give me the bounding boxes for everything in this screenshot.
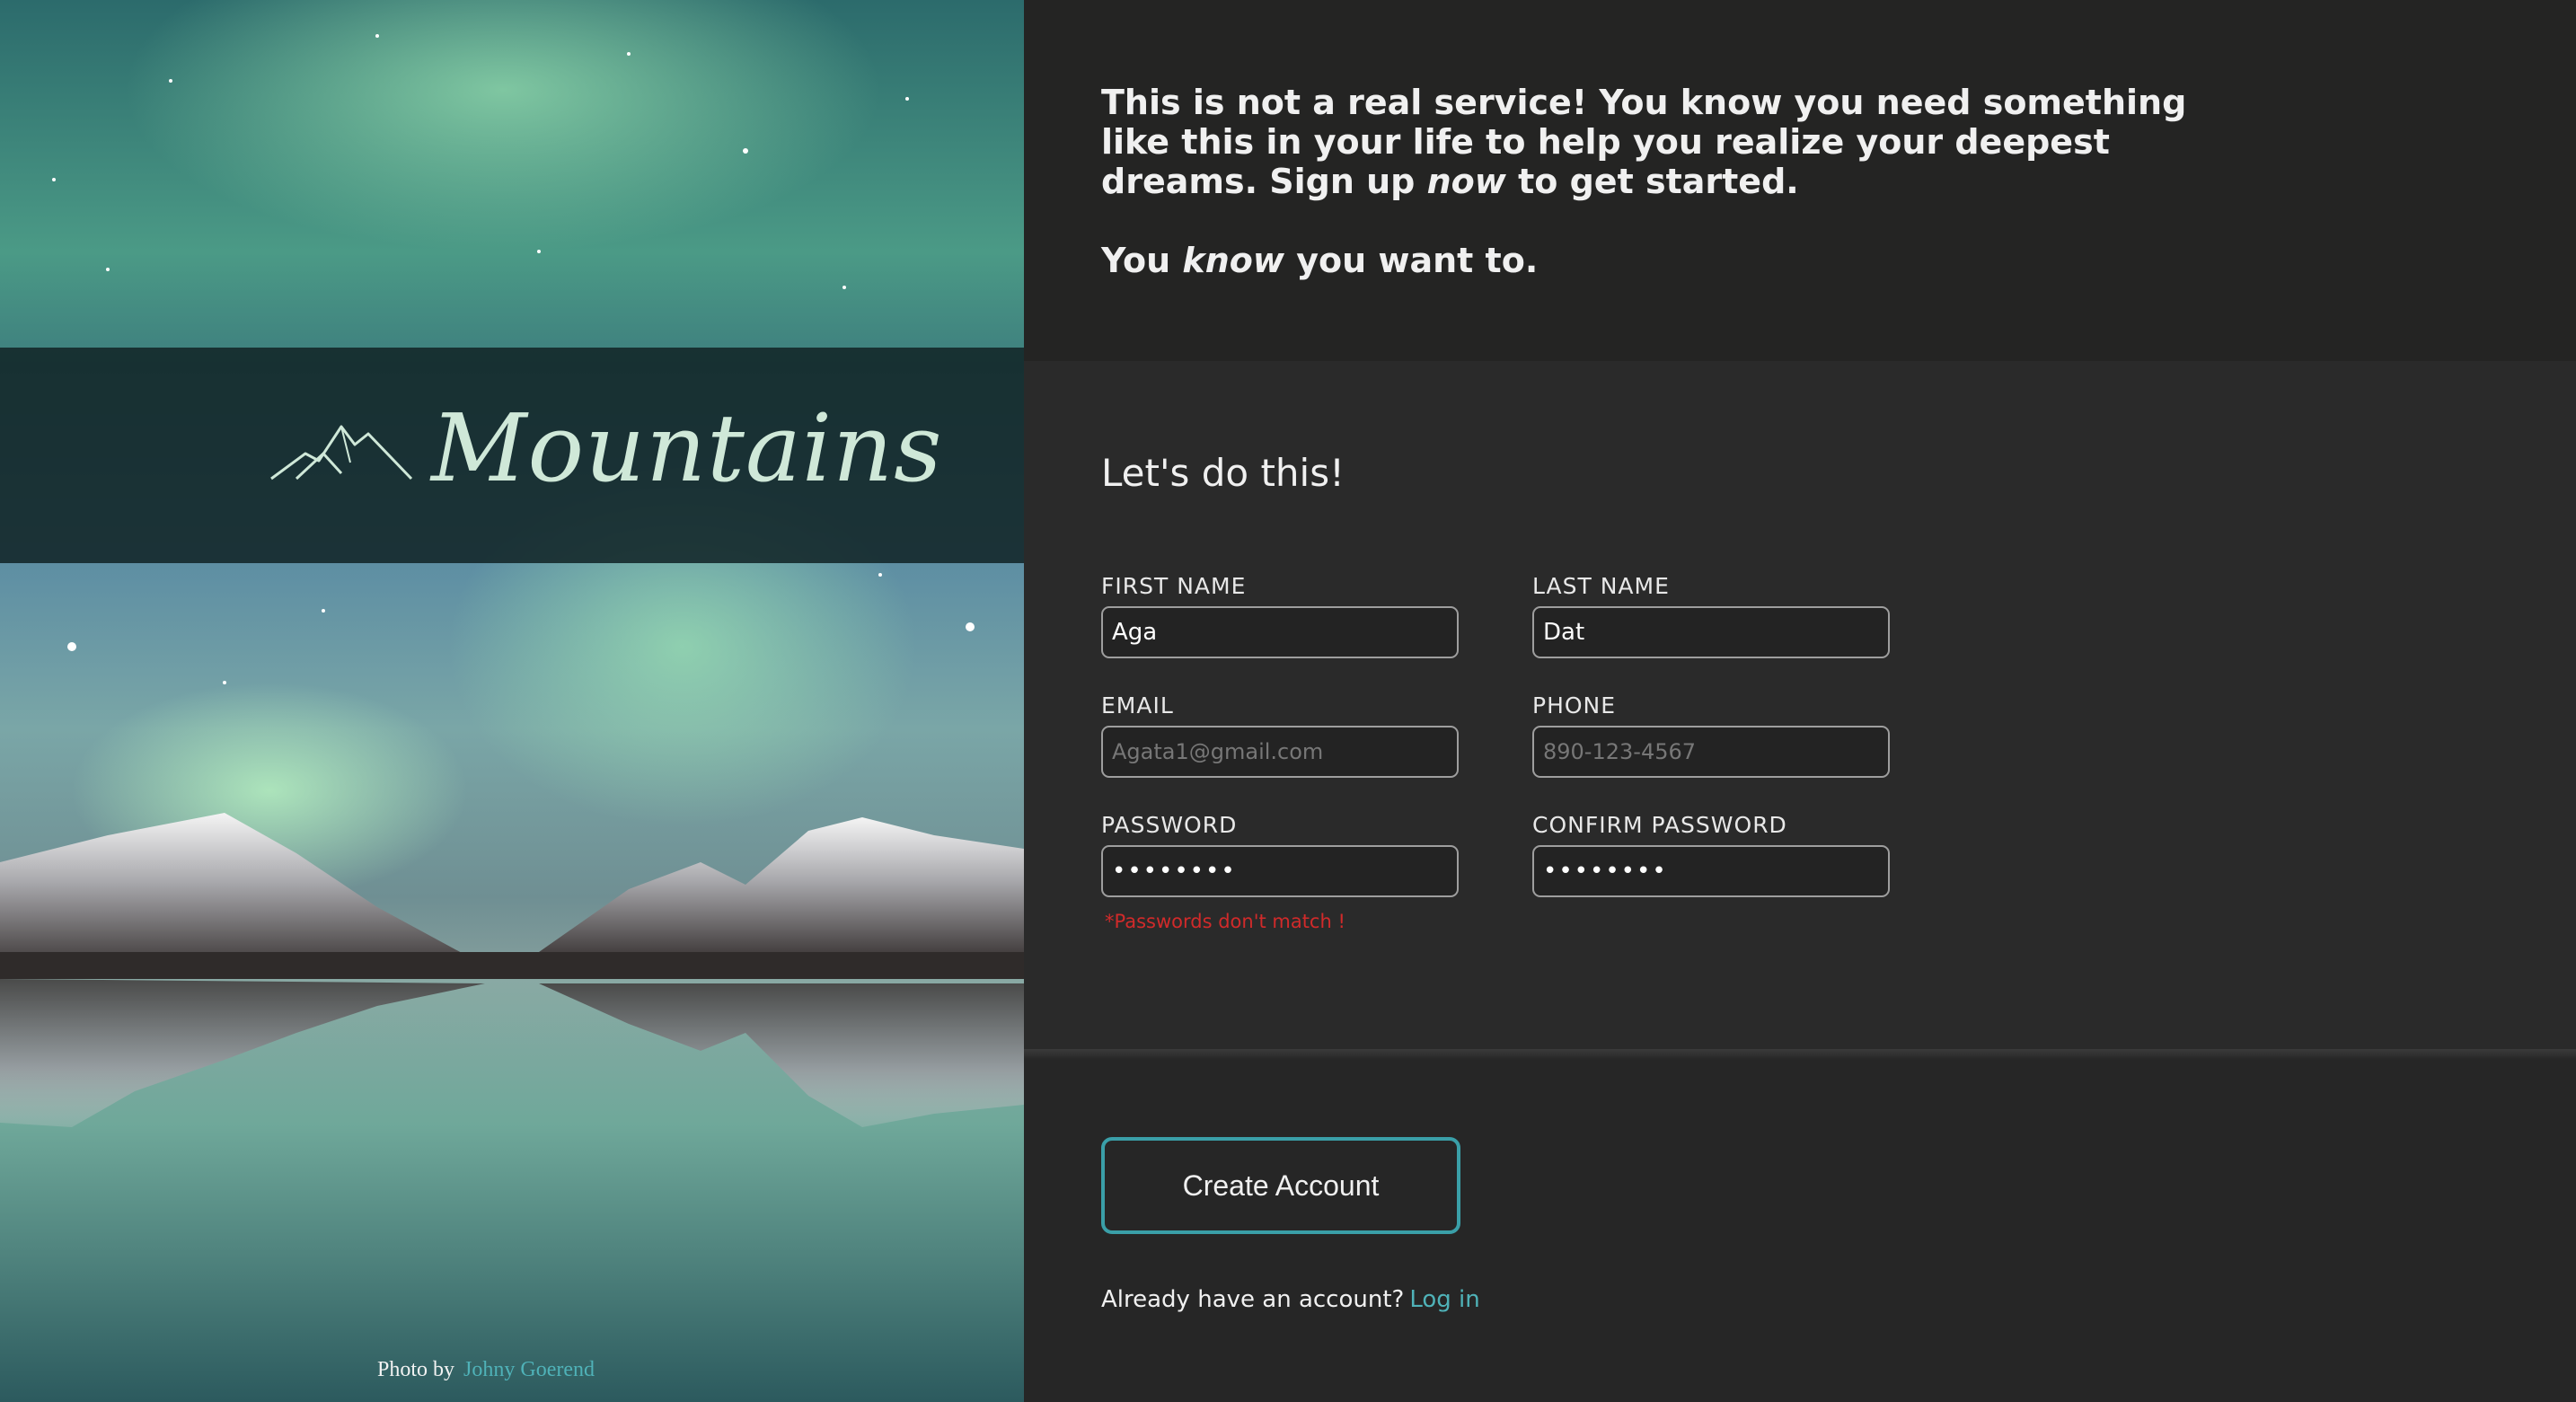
photo-credit-prefix: Photo by [377,1358,455,1381]
login-link[interactable]: Log in [1409,1286,1479,1313]
password-label: PASSWORD [1101,812,1238,838]
email-input[interactable]: Agata1@gmail.com [1101,726,1459,778]
last-name-input[interactable]: Dat [1532,606,1890,658]
intro-section: This is not a real service! You know you… [1024,0,2576,361]
signup-form: Let's do this! FIRST NAME Aga LAST NAME … [1024,361,2576,1049]
phone-input[interactable]: 890-123-4567 [1532,726,1890,778]
confirm-password-group: CONFIRM PASSWORD •••••••• [1532,812,1892,897]
confirm-password-label: CONFIRM PASSWORD [1532,812,1787,838]
mountain-range-icon [270,425,413,481]
intro-paragraph: This is not a real service! You know you… [1101,83,2187,201]
intro-text: This is not a real service! You know you… [1101,83,2206,280]
first-name-input[interactable]: Aga [1101,606,1459,658]
brand-name: Mountains [431,393,943,503]
email-group: EMAIL Agata1@gmail.com [1101,692,1460,778]
phone-label: PHONE [1532,692,1617,719]
confirm-password-input[interactable]: •••••••• [1532,845,1890,897]
last-name-group: LAST NAME Dat [1532,573,1892,658]
signup-panel: This is not a real service! You know you… [1024,0,2576,1402]
intro-tagline: You know you want to. [1101,241,1539,280]
last-name-label: LAST NAME [1532,573,1670,599]
form-heading: Let's do this! [1101,451,1345,495]
create-account-button[interactable]: Create Account [1101,1137,1460,1234]
email-label: EMAIL [1101,692,1174,719]
password-input[interactable]: •••••••• [1101,845,1459,897]
photo-author-link[interactable]: Johny Goerend [463,1358,595,1381]
section-divider [1024,1049,2576,1060]
photo-credit: Photo by Johny Goerend [377,1358,595,1382]
aurora-mountain-photo [0,0,1024,1402]
hero-image-panel: Mountains Photo by Johny Goerend [0,0,1024,1402]
first-name-group: FIRST NAME Aga [1101,573,1460,658]
phone-group: PHONE 890-123-4567 [1532,692,1892,778]
first-name-label: FIRST NAME [1101,573,1247,599]
login-prompt-text: Already have an account? [1101,1286,1405,1313]
password-group: PASSWORD •••••••• [1101,812,1460,897]
login-prompt: Already have an account? Log in [1101,1286,1480,1313]
password-mismatch-error: *Passwords don't match ! [1105,911,1345,932]
actions-section: Create Account Already have an account? L… [1024,1060,2576,1402]
